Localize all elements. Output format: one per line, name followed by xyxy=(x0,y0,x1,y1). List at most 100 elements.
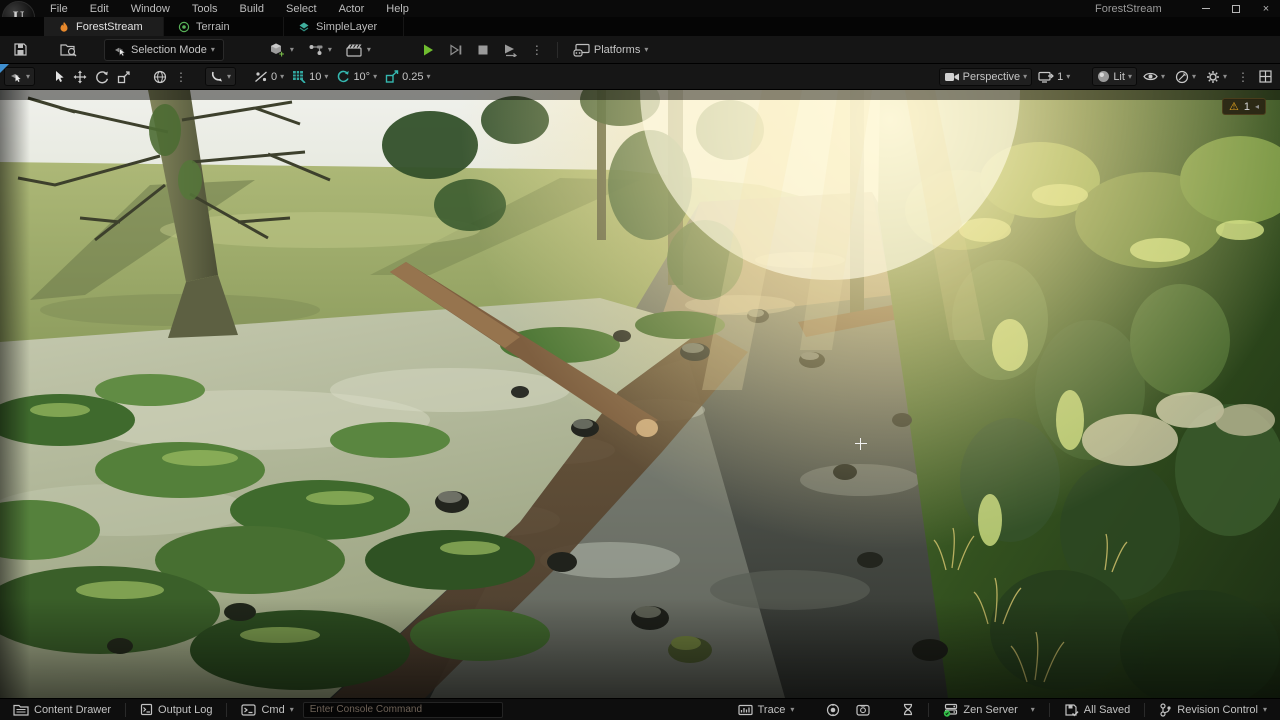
save-button[interactable] xyxy=(8,39,33,60)
globe-icon xyxy=(153,70,167,84)
console-command-input[interactable] xyxy=(303,702,503,718)
trace-label: Trace xyxy=(758,704,786,716)
cmd-console-icon xyxy=(241,704,256,716)
tab-label: Terrain xyxy=(196,21,230,33)
perspective-label: Perspective xyxy=(963,71,1020,83)
snapshot-circle-icon xyxy=(826,703,840,717)
content-drawer-icon xyxy=(13,703,29,716)
move-icon xyxy=(73,70,87,84)
trace-snapshot-button[interactable] xyxy=(819,701,847,719)
lit-mode-dropdown[interactable]: Lit ▾ xyxy=(1092,67,1137,86)
skip-frame-button[interactable] xyxy=(444,40,468,60)
content-drawer-button[interactable]: Content Drawer xyxy=(6,701,118,718)
viewport-warning-badge[interactable]: ⚠ 1 ◂ xyxy=(1222,98,1266,115)
quad-view-icon xyxy=(1259,70,1272,83)
revision-control-icon xyxy=(1159,703,1172,717)
scale-snap-dropdown[interactable]: 0.25 ▾ xyxy=(381,68,434,85)
browse-content-button[interactable] xyxy=(55,39,82,60)
grid-snap-dropdown[interactable]: 10 ▾ xyxy=(288,68,332,85)
view-modifiers-dropdown[interactable]: ▾ xyxy=(1171,68,1200,86)
maximize-button[interactable] xyxy=(1228,3,1244,15)
zen-server-dropdown[interactable]: Zen Server ▾ xyxy=(936,701,1041,719)
output-log-button[interactable]: Output Log xyxy=(133,701,219,718)
platforms-label: Platforms xyxy=(594,44,640,56)
surface-snap-dropdown[interactable]: 0 ▾ xyxy=(250,68,288,85)
menu-actor[interactable]: Actor xyxy=(329,1,375,17)
viewport-toolbar: ▾ ⋮ ▾ xyxy=(0,64,1280,90)
warning-expand-arrow: ◂ xyxy=(1255,102,1259,111)
move-tool-button[interactable] xyxy=(69,68,91,86)
menu-tools[interactable]: Tools xyxy=(182,1,228,17)
content-drawer-label: Content Drawer xyxy=(34,704,111,716)
cmd-label: Cmd xyxy=(261,704,284,716)
select-tool-button[interactable] xyxy=(49,68,69,85)
orbit-arrow-icon xyxy=(210,70,224,83)
menu-help[interactable]: Help xyxy=(376,1,419,17)
brush-circle-icon xyxy=(1175,70,1189,84)
menu-bar: File Edit Window Tools Build Select Acto… xyxy=(40,1,419,17)
selection-mode-icon xyxy=(113,43,127,57)
add-cube-icon: + xyxy=(269,42,286,58)
zen-server-label: Zen Server xyxy=(963,704,1017,716)
warning-count: 1 xyxy=(1244,101,1250,113)
launch-button[interactable] xyxy=(498,40,523,60)
lit-sphere-icon xyxy=(1097,70,1110,83)
scale-snap-value: 0.25 xyxy=(402,71,423,83)
background-tasks-button[interactable] xyxy=(895,701,921,718)
transform-options-kebab[interactable]: ⋮ xyxy=(171,70,191,84)
cinematics-icon xyxy=(346,43,363,57)
rotation-snap-dropdown[interactable]: 10° ▾ xyxy=(332,68,381,85)
world-coordinate-button[interactable] xyxy=(149,68,171,86)
level-tab-bar: ForestStream Terrain SimpleLayer xyxy=(0,17,1280,36)
tab-simplelayer[interactable]: SimpleLayer xyxy=(284,17,404,36)
menu-file[interactable]: File xyxy=(40,1,78,17)
output-log-icon xyxy=(140,703,153,716)
gear-icon xyxy=(1206,70,1220,84)
platforms-dropdown[interactable]: Platforms ▾ xyxy=(568,40,653,60)
rotate-tool-button[interactable] xyxy=(91,68,113,86)
stop-button[interactable] xyxy=(472,41,494,59)
viewport-scene xyxy=(0,90,1280,698)
cmd-dropdown[interactable]: Cmd ▾ xyxy=(234,702,300,718)
menu-edit[interactable]: Edit xyxy=(80,1,119,17)
menu-select[interactable]: Select xyxy=(276,1,327,17)
revision-control-dropdown[interactable]: Revision Control ▾ xyxy=(1152,701,1274,719)
hourglass-icon xyxy=(902,703,914,716)
eye-icon xyxy=(1143,71,1158,82)
minimize-button[interactable] xyxy=(1198,3,1214,15)
add-actor-dropdown[interactable]: + ▾ xyxy=(264,39,299,61)
content-browser-icon xyxy=(60,42,77,57)
camera-speed-dropdown[interactable]: 1 ▾ xyxy=(1034,69,1074,85)
rotation-snap-value: 10° xyxy=(353,71,370,83)
tab-foreststream[interactable]: ForestStream xyxy=(44,17,164,36)
level-viewport[interactable]: ⚠ 1 ◂ xyxy=(0,90,1280,698)
svg-text:+: + xyxy=(279,49,284,58)
selection-mode-dropdown[interactable]: Selection Mode ▾ xyxy=(104,39,224,61)
menu-window[interactable]: Window xyxy=(121,1,180,17)
cinematics-dropdown[interactable]: ▾ xyxy=(341,40,376,60)
blueprints-dropdown[interactable]: ▾ xyxy=(303,40,337,60)
play-button[interactable] xyxy=(416,40,440,60)
camera-icon xyxy=(944,71,960,83)
close-button[interactable]: × xyxy=(1258,3,1274,15)
quad-view-button[interactable] xyxy=(1255,68,1276,85)
scale-tool-button[interactable] xyxy=(113,68,135,86)
camera-speed-icon xyxy=(1038,71,1054,83)
menu-build[interactable]: Build xyxy=(230,1,274,17)
viewport-settings-dropdown[interactable]: ▾ xyxy=(1202,68,1231,86)
main-toolbar: Selection Mode ▾ + ▾ ▾ ▾ xyxy=(0,36,1280,64)
viewport-options-kebab[interactable]: ⋮ xyxy=(1233,70,1253,84)
trace-dropdown[interactable]: Trace ▾ xyxy=(731,702,802,718)
orbit-snap-dropdown[interactable]: ▾ xyxy=(205,67,236,86)
trace-screenshot-button[interactable] xyxy=(849,702,877,718)
grid-snap-value: 10 xyxy=(309,71,321,83)
all-saved-button[interactable]: All Saved xyxy=(1057,701,1137,719)
window-title: ForestStream xyxy=(1095,3,1162,15)
blueprints-icon xyxy=(308,43,324,57)
tab-terrain[interactable]: Terrain xyxy=(164,17,284,36)
all-saved-label: All Saved xyxy=(1084,704,1130,716)
play-options-kebab[interactable]: ⋮ xyxy=(527,43,547,57)
show-flags-dropdown[interactable]: ▾ xyxy=(1139,69,1169,84)
tab-label: SimpleLayer xyxy=(316,21,377,33)
perspective-dropdown[interactable]: Perspective ▾ xyxy=(939,68,1033,86)
